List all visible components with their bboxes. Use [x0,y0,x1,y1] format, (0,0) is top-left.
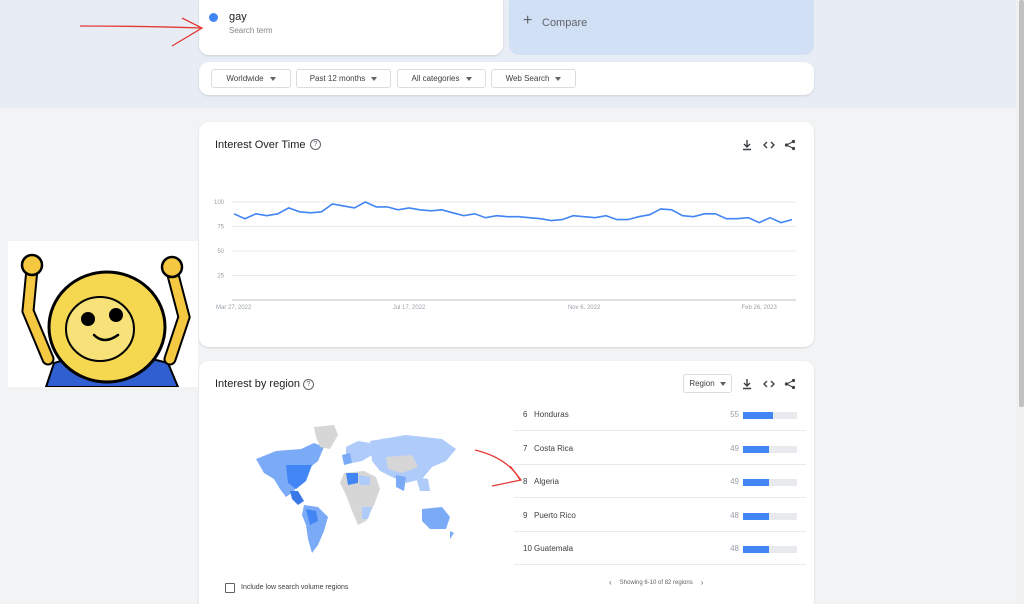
caret-down-icon [719,381,726,386]
search-term-card[interactable]: gay Search term [199,0,503,55]
region-name: Honduras [534,410,569,419]
region-bar-track [743,446,797,453]
checkbox-label: Include low search volume regions [241,584,349,591]
region-row[interactable]: 9 Puerto Rico 48 [514,498,806,532]
y-tick-label: 75 [217,225,224,231]
low-volume-checkbox[interactable] [225,583,235,593]
region-bar-track [743,546,797,553]
region-value: 48 [730,511,739,520]
download-icon[interactable] [741,378,753,390]
emoji-sticker-image [8,241,198,387]
region-bar-fill [743,546,769,553]
annotation-arrow-icon [79,17,204,47]
term-subtitle: Search term [229,26,273,35]
filter-bar: Worldwide Past 12 months All categories … [199,62,814,95]
series-line [233,201,793,224]
filter-time[interactable]: Past 12 months [296,69,391,88]
pager-text: Showing 6-10 of 82 regions [619,579,693,586]
region-row[interactable]: 10 Guatemala 48 [514,531,806,565]
y-tick-label: 25 [217,274,224,280]
region-bar-track [743,412,797,419]
card-title: Interest by region [215,378,300,390]
region-name: Costa Rica [534,444,574,453]
filter-label: Worldwide [226,74,264,83]
region-bar-track [743,479,797,486]
share-icon[interactable] [784,378,796,390]
filter-region[interactable]: Worldwide [211,69,291,88]
region-row[interactable]: 8 Algeria 49 [514,464,806,498]
filter-search-type[interactable]: Web Search [491,69,576,88]
y-tick-label: 100 [214,200,225,206]
region-name: Guatemala [534,544,574,553]
caret-down-icon [371,76,378,81]
caret-down-icon [465,76,472,81]
region-rank: 10 [523,544,532,553]
caret-down-icon [269,76,276,81]
interest-over-time-card: Interest Over Time ? 100 75 50 25 Mar 27, 2… [199,122,814,347]
chevron-right-icon[interactable]: › [701,578,704,587]
region-name: Algeria [534,477,559,486]
region-rank: 6 [523,410,528,419]
region-value: 49 [730,477,739,486]
pager: ‹ Showing 6-10 of 82 regions › [609,578,703,587]
region-bar-track [743,513,797,520]
filter-label: Past 12 months [309,74,366,83]
region-rank: 9 [523,511,528,520]
annotation-arrow-icon [474,449,523,487]
help-icon[interactable]: ? [303,379,314,390]
filter-label: Web Search [505,74,550,83]
term-color-dot [209,13,218,22]
x-tick-label: Mar 27, 2022 [216,305,252,311]
world-map[interactable] [246,421,461,556]
y-tick-label: 50 [217,249,224,255]
line-chart: 100 75 50 25 Mar 27, 2022 Jul 17, 2022 Nov 6,… [214,200,796,311]
caret-down-icon [555,76,562,81]
x-tick-label: Jul 17, 2022 [393,305,426,311]
embed-code-icon[interactable] [763,378,775,390]
x-tick-label: Nov 6, 2022 [568,305,601,311]
compare-label: Compare [542,17,588,29]
region-select[interactable]: Region [683,374,732,393]
region-bar-fill [743,513,769,520]
chevron-left-icon[interactable]: ‹ [609,578,612,587]
region-bar-fill [743,479,770,486]
region-row[interactable]: 7 Costa Rica 49 [514,431,806,465]
compare-card[interactable]: + Compare [509,0,814,55]
region-value: 49 [730,444,739,453]
region-name: Puerto Rico [534,511,576,520]
plus-icon: + [523,12,533,29]
filter-label: All categories [411,74,460,83]
term-name[interactable]: gay [229,11,247,23]
region-bar-fill [743,412,773,419]
scrollbar-thumb[interactable] [1019,0,1024,407]
region-bar-fill [743,446,770,453]
region-row[interactable]: 6 Honduras 55 [514,397,806,431]
region-value: 48 [730,544,739,553]
x-tick-label: Feb 26, 2023 [741,305,777,311]
region-select-label: Region [689,379,715,388]
region-value: 55 [730,410,739,419]
filter-category[interactable]: All categories [397,69,486,88]
